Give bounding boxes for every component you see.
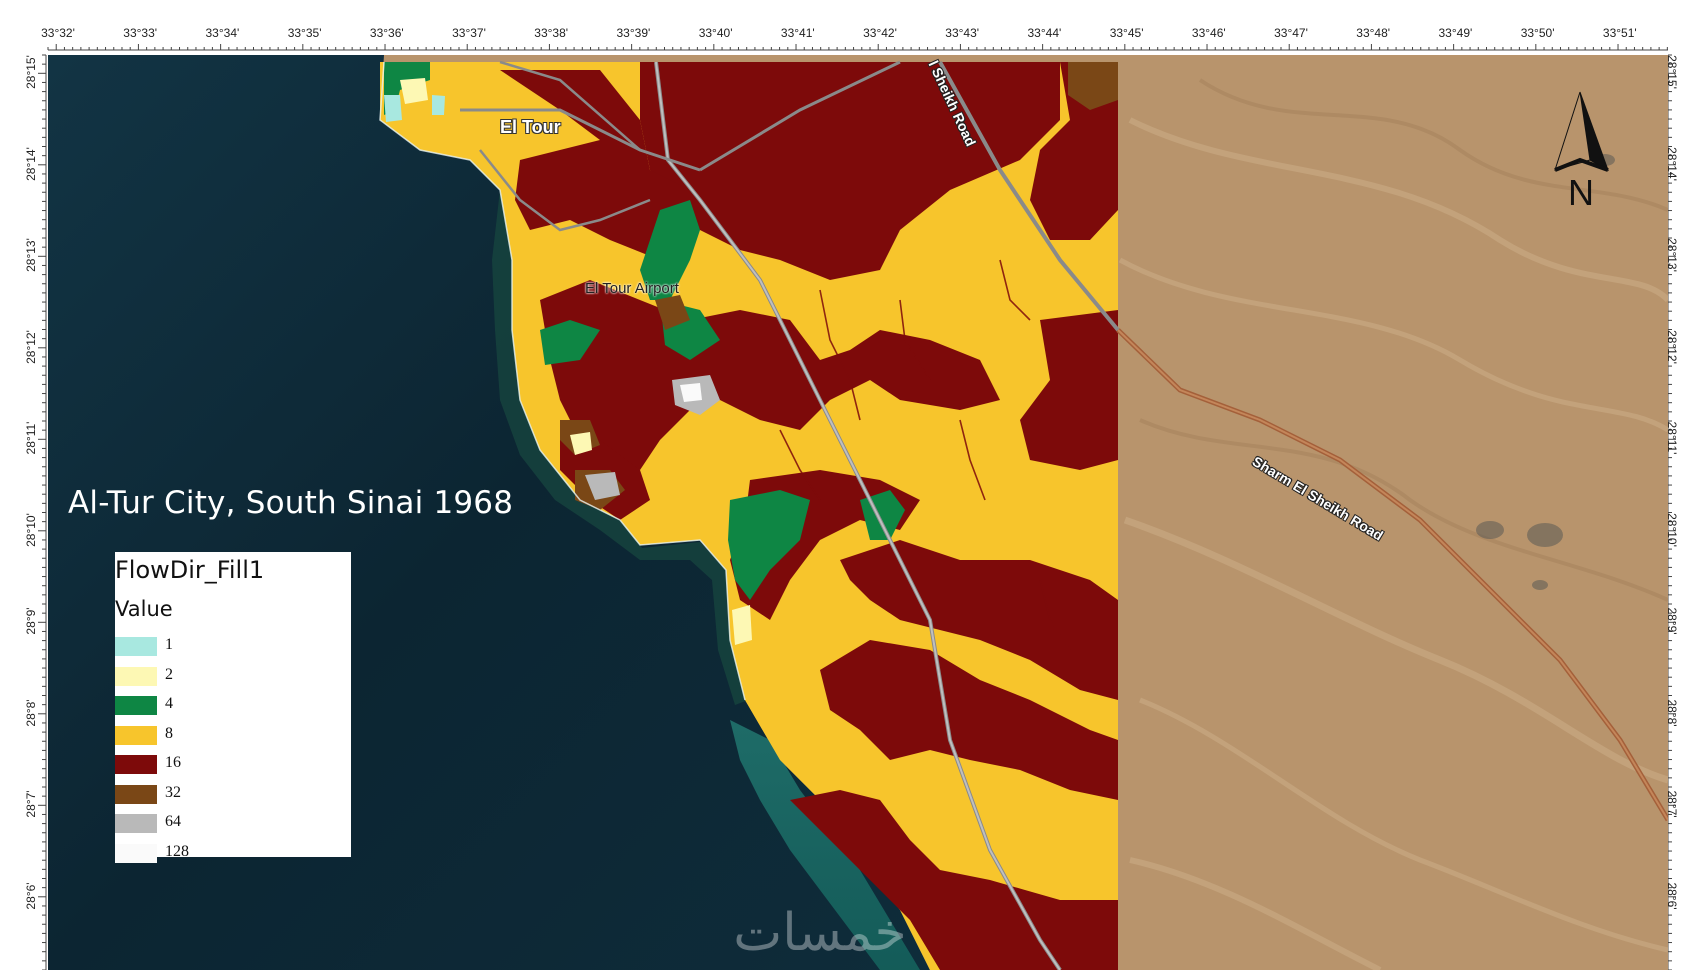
left-coordinate-label: 28°11' — [24, 421, 38, 455]
left-coordinate-label: 28°9' — [24, 607, 38, 635]
right-coordinate-label: 28°15' — [1665, 55, 1679, 89]
top-coordinate-label: 33°37' — [452, 26, 486, 40]
legend-item-label: 32 — [165, 783, 181, 801]
north-label: N — [1568, 172, 1594, 213]
top-coordinate-label: 33°49' — [1438, 26, 1473, 40]
left-coordinate-label: 28°13' — [24, 238, 38, 272]
watermark: خمسات — [733, 903, 906, 963]
top-coordinate-label: 33°44' — [1027, 26, 1062, 40]
left-coordinate-label: 28°15' — [24, 55, 38, 89]
place-label-airport: El Tour Airport — [585, 280, 679, 297]
legend-item: 128 — [115, 842, 345, 864]
legend-swatch — [115, 784, 157, 804]
legend-swatch — [115, 666, 157, 686]
legend-item-label: 2 — [165, 665, 173, 683]
top-coordinate-label: 33°46' — [1191, 26, 1226, 40]
map-title: Al-Tur City, South Sinai 1968 — [68, 485, 514, 521]
right-coordinate-label: 28°12' — [1665, 329, 1679, 364]
legend-item: 4 — [115, 694, 345, 716]
left-coordinate-label: 28°12' — [24, 329, 38, 364]
legend-item: 1 — [115, 635, 345, 657]
top-coordinate-label: 33°45' — [1109, 26, 1144, 40]
top-coordinate-label: 33°47' — [1274, 26, 1308, 40]
legend-item-label: 64 — [165, 813, 181, 830]
top-coordinate-label: 33°51' — [1602, 26, 1637, 40]
legend-swatch — [115, 725, 157, 745]
legend: FlowDir_Fill1 Value 1 2 4 8 16 32 64 128 — [115, 552, 351, 863]
left-coordinate-label: 28°10' — [24, 512, 38, 547]
right-coordinate-label: 28°6' — [1665, 881, 1679, 910]
legend-swatch — [115, 814, 157, 833]
legend-item: 32 — [115, 783, 345, 805]
legend-item-label: 4 — [165, 695, 173, 712]
legend-swatch — [115, 843, 157, 863]
legend-swatch — [115, 755, 157, 774]
left-coordinate-label: 28°6' — [24, 881, 38, 910]
legend-item-label: 1 — [165, 636, 173, 653]
top-coordinate-label: 33°38' — [534, 26, 569, 40]
legend-item: 64 — [115, 812, 345, 834]
legend-item: 2 — [115, 665, 345, 687]
legend-item-label: 16 — [165, 754, 181, 771]
top-tick-ruler — [47, 44, 1668, 51]
place-label-city: El Tour — [500, 117, 561, 137]
legend-item: 16 — [115, 753, 345, 775]
legend-item-label: 8 — [165, 724, 173, 742]
right-coordinate-label: 28°13' — [1665, 238, 1679, 272]
legend-subtitle: Value — [115, 597, 173, 621]
top-coordinate-label: 33°36' — [369, 26, 404, 40]
top-coordinate-label: 33°48' — [1356, 26, 1391, 40]
top-coordinate-label: 33°35' — [287, 26, 322, 40]
right-coordinate-label: 28°7' — [1665, 790, 1679, 818]
top-coordinate-label: 33°32' — [41, 26, 75, 40]
left-coordinate-label: 28°7' — [24, 790, 38, 818]
right-coordinate-label: 28°10' — [1665, 512, 1679, 547]
top-coordinate-label: 33°33' — [123, 26, 158, 40]
top-coordinate-label: 33°34' — [205, 26, 240, 40]
left-tick-ruler — [38, 54, 47, 971]
top-coordinate-label: 33°50' — [1520, 26, 1555, 40]
top-coordinate-label: 33°40' — [698, 26, 733, 40]
left-coordinate-label: 28°8' — [24, 698, 38, 727]
legend-item: 8 — [115, 724, 345, 746]
right-coordinate-label: 28°14' — [1665, 146, 1679, 181]
legend-swatch — [115, 637, 157, 656]
top-coordinate-label: 33°39' — [616, 26, 651, 40]
legend-title: FlowDir_Fill1 — [115, 556, 265, 584]
left-coordinate-label: 28°14' — [24, 146, 38, 181]
legend-swatch — [115, 696, 157, 715]
right-coordinate-label: 28°9' — [1665, 607, 1679, 635]
legend-item-label: 128 — [165, 842, 189, 860]
right-coordinate-label: 28°8' — [1665, 698, 1679, 727]
right-coordinate-label: 28°11' — [1665, 421, 1679, 455]
top-coordinate-label: 33°41' — [780, 26, 815, 40]
top-coordinate-label: 33°43' — [945, 26, 980, 40]
top-coordinate-label: 33°42' — [863, 26, 897, 40]
